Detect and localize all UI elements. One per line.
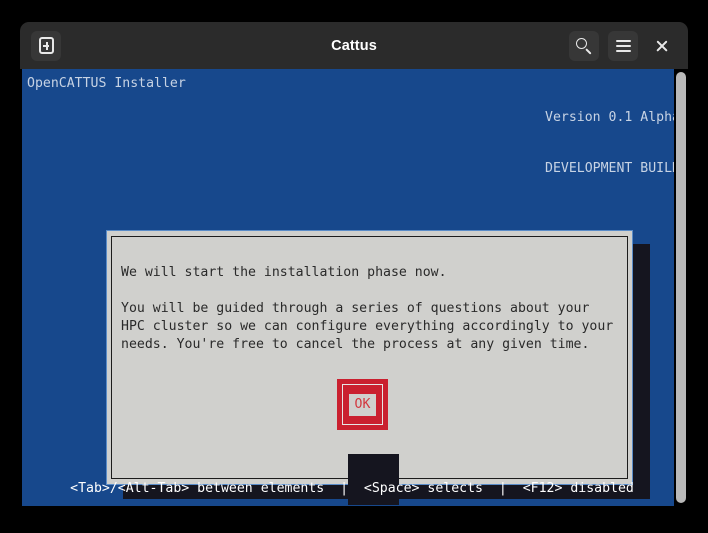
new-tab-icon — [38, 37, 54, 54]
close-icon — [655, 39, 669, 53]
titlebar-left-controls — [31, 30, 151, 61]
titlebar-right-controls — [557, 30, 677, 61]
window-titlebar: Cattus — [20, 22, 688, 69]
close-button[interactable] — [647, 31, 677, 61]
search-icon — [576, 37, 592, 54]
new-tab-button[interactable] — [31, 30, 61, 61]
scrollbar-thumb[interactable] — [676, 72, 686, 503]
search-button[interactable] — [569, 30, 599, 61]
hamburger-menu-icon — [615, 39, 631, 52]
installer-dialog: We will start the installation phase now… — [106, 230, 633, 505]
installer-title: OpenCATTUS Installer — [27, 76, 186, 91]
terminal-window: Cattus OpenCATTUS Installer Version 0.1 … — [20, 22, 688, 506]
tui-header: OpenCATTUS Installer Version 0.1 Alpha D… — [22, 75, 682, 176]
version-block: Version 0.1 Alpha DEVELOPMENT BUILD — [545, 75, 680, 211]
terminal-content: OpenCATTUS Installer Version 0.1 Alpha D… — [20, 69, 688, 506]
build-line: DEVELOPMENT BUILD — [545, 161, 680, 176]
installer-tui: OpenCATTUS Installer Version 0.1 Alpha D… — [22, 69, 682, 506]
version-line: Version 0.1 Alpha — [545, 110, 680, 125]
dialog-message: We will start the installation phase now… — [121, 265, 614, 352]
menu-button[interactable] — [608, 30, 638, 61]
tui-footer-hints: <Tab>/<Alt-Tab> between elements | <Spac… — [70, 481, 634, 496]
ok-button-label: OK — [348, 393, 377, 416]
window-title: Cattus — [331, 37, 377, 54]
ok-button-focus-frame: OK — [342, 384, 383, 425]
ok-button[interactable]: OK — [337, 379, 388, 430]
terminal-scrollbar[interactable] — [674, 69, 688, 506]
